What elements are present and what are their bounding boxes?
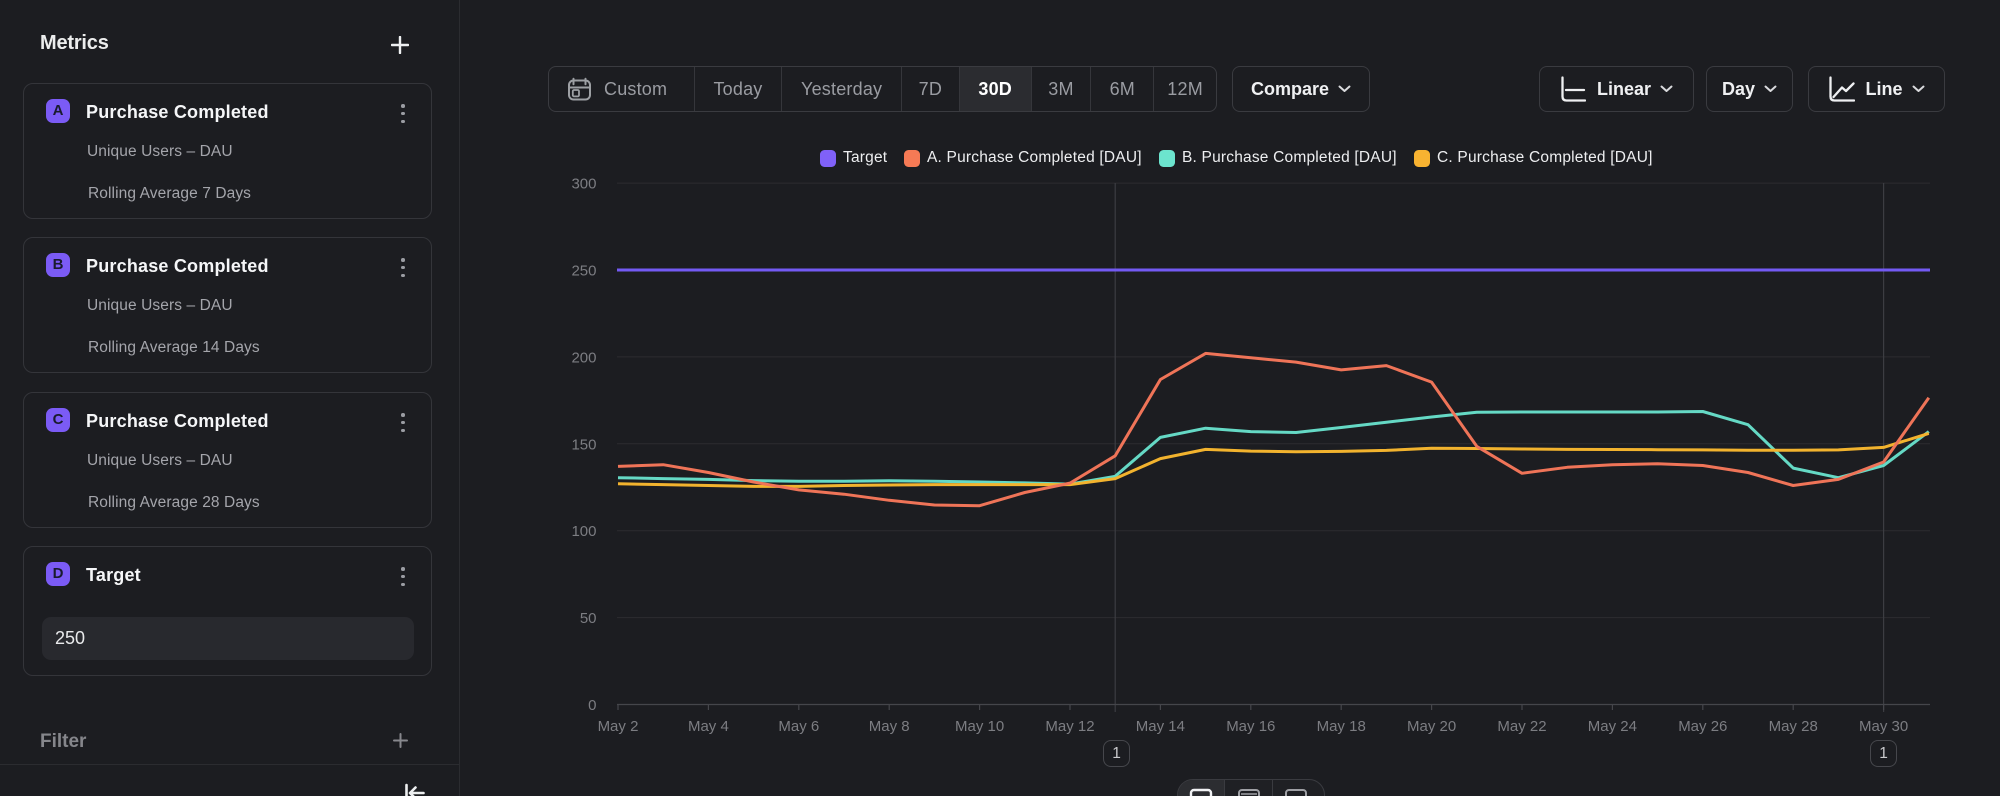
svg-text:100: 100 bbox=[571, 523, 596, 540]
svg-text:May 16: May 16 bbox=[1226, 718, 1275, 735]
svg-text:May 26: May 26 bbox=[1678, 718, 1727, 735]
svg-text:May 10: May 10 bbox=[955, 718, 1004, 735]
svg-text:0: 0 bbox=[588, 697, 596, 714]
svg-text:May 2: May 2 bbox=[598, 718, 639, 735]
svg-text:May 4: May 4 bbox=[688, 718, 729, 735]
svg-text:May 14: May 14 bbox=[1136, 718, 1185, 735]
svg-text:50: 50 bbox=[580, 610, 597, 627]
svg-text:May 24: May 24 bbox=[1588, 718, 1637, 735]
svg-text:May 12: May 12 bbox=[1045, 718, 1094, 735]
svg-text:150: 150 bbox=[571, 436, 596, 453]
svg-text:May 8: May 8 bbox=[869, 718, 910, 735]
svg-text:May 6: May 6 bbox=[778, 718, 819, 735]
svg-text:250: 250 bbox=[571, 263, 596, 280]
svg-text:May 30: May 30 bbox=[1859, 718, 1908, 735]
svg-text:200: 200 bbox=[571, 349, 596, 366]
svg-text:May 28: May 28 bbox=[1769, 718, 1818, 735]
svg-text:300: 300 bbox=[571, 176, 596, 193]
svg-text:May 18: May 18 bbox=[1317, 718, 1366, 735]
svg-text:May 22: May 22 bbox=[1497, 718, 1546, 735]
svg-text:May 20: May 20 bbox=[1407, 718, 1456, 735]
